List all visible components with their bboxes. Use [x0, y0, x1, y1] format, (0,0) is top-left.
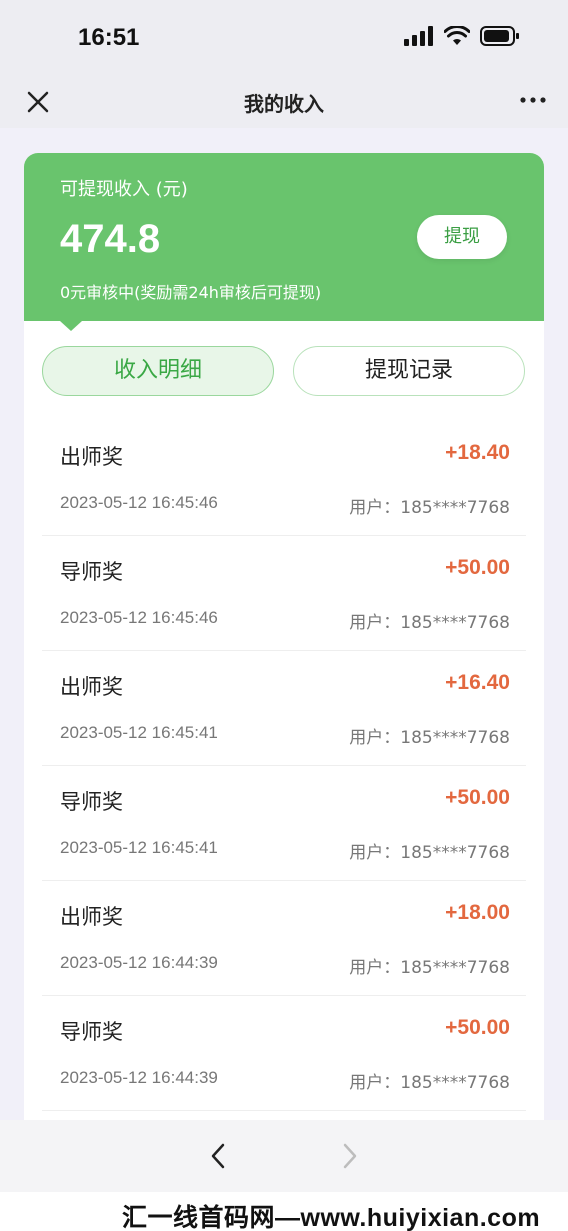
record-title: 出师奖 — [60, 675, 123, 699]
record-title: 导师奖 — [60, 1020, 123, 1044]
record-amount: +50.00 — [445, 1016, 510, 1039]
record-user: 用户：185****7768 — [349, 843, 510, 863]
record-user: 用户：185****7768 — [349, 728, 510, 748]
list-item[interactable]: 出师奖 +16.40 2023-05-12 16:45:41 用户：185***… — [42, 651, 526, 766]
list-item[interactable]: 出师奖 +18.40 2023-05-12 16:45:46 用户：185***… — [42, 421, 526, 536]
signal-icon — [404, 26, 433, 46]
tab-withdraw-records[interactable]: 提现记录 — [293, 346, 525, 396]
nav-bar: 我的收入 — [0, 76, 568, 128]
record-title: 出师奖 — [60, 445, 123, 469]
record-user: 用户：185****7768 — [349, 498, 510, 518]
income-card: 可提现收入 (元) 474.8 0元审核中(奖励需24h审核后可提现) 提现 收… — [24, 153, 544, 1123]
list-item[interactable]: 出师奖 +18.00 2023-05-12 16:44:39 用户：185***… — [42, 881, 526, 996]
record-amount: +18.40 — [445, 441, 510, 464]
status-time: 16:51 — [78, 24, 140, 51]
watermark-text: 汇一线首码网—www.huiyixian.com — [122, 1204, 541, 1231]
record-title: 导师奖 — [60, 560, 123, 584]
record-time: 2023-05-12 16:45:41 — [60, 838, 218, 857]
back-arrow-icon[interactable] — [208, 1142, 228, 1170]
watermark-banner: 汇一线首码网—www.huiyixian.com — [0, 1192, 568, 1231]
status-icons — [404, 26, 520, 46]
record-user: 用户：185****7768 — [349, 1073, 510, 1093]
list-item[interactable]: 导师奖 +50.00 2023-05-12 16:44:39 用户：185***… — [42, 996, 526, 1111]
record-title: 导师奖 — [60, 790, 123, 814]
available-income-amount: 474.8 — [60, 217, 161, 261]
list-item[interactable]: 导师奖 +50.00 2023-05-12 16:45:41 用户：185***… — [42, 766, 526, 881]
record-user: 用户：185****7768 — [349, 613, 510, 633]
list-item[interactable]: 导师奖 +50.00 2023-05-12 16:45:46 用户：185***… — [42, 536, 526, 651]
tab-income-details[interactable]: 收入明细 — [42, 346, 274, 396]
record-time: 2023-05-12 16:44:39 — [60, 1068, 218, 1087]
record-time: 2023-05-12 16:45:41 — [60, 723, 218, 742]
record-amount: +50.00 — [445, 556, 510, 579]
more-icon[interactable] — [520, 96, 546, 104]
status-bar: 16:51 — [0, 0, 568, 76]
record-amount: +50.00 — [445, 786, 510, 809]
page-title: 我的收入 — [244, 92, 324, 116]
record-amount: +18.00 — [445, 901, 510, 924]
record-time: 2023-05-12 16:44:39 — [60, 953, 218, 972]
record-amount: +16.40 — [445, 671, 510, 694]
record-title: 出师奖 — [60, 905, 123, 929]
forward-arrow-icon[interactable] — [340, 1142, 360, 1170]
battery-icon — [480, 26, 519, 46]
available-income-label: 可提现收入 (元) — [60, 179, 188, 200]
header-pointer — [60, 321, 82, 331]
record-time: 2023-05-12 16:45:46 — [60, 608, 218, 627]
review-note: 0元审核中(奖励需24h审核后可提现) — [60, 283, 322, 302]
wifi-icon — [444, 26, 470, 45]
record-time: 2023-05-12 16:45:46 — [60, 493, 218, 512]
withdraw-button[interactable]: 提现 — [417, 215, 507, 259]
browser-toolbar — [0, 1120, 568, 1192]
balance-header: 可提现收入 (元) 474.8 0元审核中(奖励需24h审核后可提现) 提现 — [24, 153, 544, 321]
income-list: 出师奖 +18.40 2023-05-12 16:45:46 用户：185***… — [42, 421, 526, 1111]
record-user: 用户：185****7768 — [349, 958, 510, 978]
